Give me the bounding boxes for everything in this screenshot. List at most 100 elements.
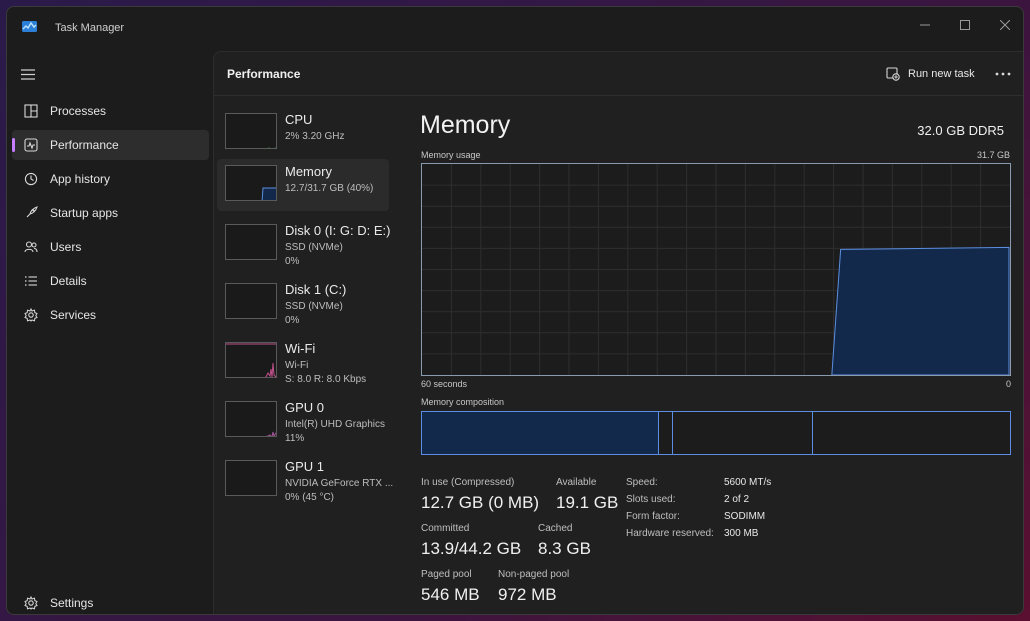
time-end-label: 0 xyxy=(1005,379,1011,389)
device-item-gpu-1[interactable]: GPU 1 NVIDIA GeForce RTX ... 0% (45 °C) xyxy=(217,454,393,506)
resource-title: Memory xyxy=(420,111,511,139)
device-name: CPU xyxy=(285,112,313,127)
hamburger-icon xyxy=(21,69,35,80)
gpu1-thumbnail-graph xyxy=(225,460,277,496)
device-item-disk-1[interactable]: Disk 1 (C:) SSD (NVMe) 0% xyxy=(217,277,389,329)
paged-pool-value: 546 MB xyxy=(421,585,480,604)
composition-in-use xyxy=(422,412,658,454)
form-factor-key: Form factor: xyxy=(626,511,680,522)
device-detail: Wi-Fi xyxy=(285,360,309,371)
device-item-cpu[interactable]: CPU 2% 3.20 GHz xyxy=(217,107,389,159)
navigation-pane: Processes Performance App history Startu… xyxy=(7,51,213,614)
task-manager-window: Task Manager Processes Performance App h… xyxy=(6,6,1024,615)
nav-item-details[interactable]: Details xyxy=(12,266,209,296)
device-usage: S: 8.0 R: 8.0 Kbps xyxy=(285,374,367,385)
cpu-thumbnail-graph xyxy=(225,113,277,149)
page-title: Performance xyxy=(227,67,301,81)
window-title: Task Manager xyxy=(55,22,125,34)
memory-detail-panel: Memory 32.0 GB DDR5 Memory usage 31.7 GB… xyxy=(414,107,1014,607)
device-name: GPU 0 xyxy=(285,400,325,415)
gpu0-thumbnail-graph xyxy=(225,401,277,437)
nav-item-label: Services xyxy=(50,308,97,322)
device-name: Wi-Fi xyxy=(285,341,316,356)
wifi-thumbnail-graph xyxy=(225,342,277,378)
device-item-wifi[interactable]: Wi-Fi Wi-Fi S: 8.0 R: 8.0 Kbps xyxy=(217,336,389,388)
run-new-task-label: Run new task xyxy=(908,68,975,80)
run-task-icon xyxy=(886,67,900,81)
memory-capacity: 32.0 GB DDR5 xyxy=(917,123,1004,138)
memory-composition-chart xyxy=(422,412,813,454)
disk1-thumbnail-graph xyxy=(225,283,277,319)
nav-item-label: Startup apps xyxy=(50,206,119,220)
device-item-memory[interactable]: Memory 12.7/31.7 GB (40%) xyxy=(217,159,389,211)
details-icon xyxy=(23,274,38,289)
nav-item-users[interactable]: Users xyxy=(12,232,209,262)
in-use-label: In use (Compressed) xyxy=(421,477,515,488)
device-name: Disk 1 (C:) xyxy=(285,282,347,297)
time-span-label: 60 seconds xyxy=(421,379,468,389)
disk0-thumbnail-graph xyxy=(225,224,277,260)
device-detail: SSD (NVMe) xyxy=(285,242,343,253)
available-label: Available xyxy=(556,477,597,488)
nav-item-label: Details xyxy=(50,274,87,288)
device-detail: 12.7/31.7 GB (40%) xyxy=(285,183,374,194)
non-paged-pool-value: 972 MB xyxy=(498,585,557,604)
minimize-icon xyxy=(920,24,930,26)
nav-item-performance[interactable]: Performance xyxy=(12,130,209,160)
nav-item-label: App history xyxy=(50,172,111,186)
hardware-reserved-value: 300 MB xyxy=(724,528,759,539)
more-options-button[interactable] xyxy=(992,64,1014,84)
device-name: Memory xyxy=(285,164,332,179)
speed-value: 5600 MT/s xyxy=(724,477,772,488)
device-usage: 0% (45 °C) xyxy=(285,492,335,503)
services-icon xyxy=(23,308,38,323)
run-new-task-button[interactable]: Run new task xyxy=(886,64,975,84)
committed-label: Committed xyxy=(421,523,470,534)
nav-item-processes[interactable]: Processes xyxy=(12,96,209,126)
more-options-icon xyxy=(995,72,1011,76)
committed-value: 13.9/44.2 GB xyxy=(421,539,522,558)
users-icon xyxy=(23,240,38,255)
nav-item-label: Users xyxy=(50,240,82,254)
nav-item-label: Performance xyxy=(50,138,119,152)
performance-icon xyxy=(23,138,38,153)
device-detail: SSD (NVMe) xyxy=(285,301,343,312)
slots-used-value: 2 of 2 xyxy=(724,494,750,505)
processes-icon xyxy=(23,104,38,119)
cached-value: 8.3 GB xyxy=(538,539,591,558)
task-manager-icon xyxy=(22,20,37,33)
memory-usage-area xyxy=(831,246,1010,376)
device-usage: 0% xyxy=(285,256,300,267)
device-name: GPU 1 xyxy=(285,459,325,474)
device-detail: NVIDIA GeForce RTX ... xyxy=(285,478,394,489)
title-bar: Task Manager xyxy=(7,7,1023,51)
device-detail: 2% 3.20 GHz xyxy=(285,131,345,142)
memory-composition-label: Memory composition xyxy=(421,397,505,407)
available-value: 19.1 GB xyxy=(556,493,619,512)
device-item-gpu-0[interactable]: GPU 0 Intel(R) UHD Graphics 11% xyxy=(217,395,389,447)
memory-usage-chart xyxy=(422,164,1010,376)
nav-item-startup-apps[interactable]: Startup apps xyxy=(12,198,209,228)
memory-composition-bar xyxy=(421,411,1011,455)
paged-pool-label: Paged pool xyxy=(421,569,472,580)
device-name: Disk 0 (I: G: D: E:) xyxy=(285,223,391,238)
content-header: Performance Run new task xyxy=(214,52,1023,96)
memory-usage-max: 31.7 GB xyxy=(976,150,1010,160)
in-use-value: 12.7 GB (0 MB) xyxy=(421,493,540,512)
nav-item-app-history[interactable]: App history xyxy=(12,164,209,194)
maximize-icon xyxy=(960,20,970,30)
nav-item-services[interactable]: Services xyxy=(12,300,209,330)
gear-icon xyxy=(23,596,38,611)
content-area: Performance Run new task CPU 2% 3.20 GHz xyxy=(213,51,1023,614)
nav-item-settings[interactable]: Settings xyxy=(12,588,209,614)
close-button[interactable] xyxy=(985,13,1023,37)
slots-used-key: Slots used: xyxy=(626,494,676,505)
device-item-disk-0[interactable]: Disk 0 (I: G: D: E:) SSD (NVMe) 0% xyxy=(217,218,391,270)
device-detail: Intel(R) UHD Graphics xyxy=(285,419,386,430)
hamburger-menu-button[interactable] xyxy=(21,67,37,80)
device-usage: 11% xyxy=(285,433,305,444)
memory-usage-label: Memory usage xyxy=(421,150,481,160)
nav-item-label: Settings xyxy=(50,596,94,610)
maximize-button[interactable] xyxy=(945,13,985,37)
minimize-button[interactable] xyxy=(905,13,945,37)
